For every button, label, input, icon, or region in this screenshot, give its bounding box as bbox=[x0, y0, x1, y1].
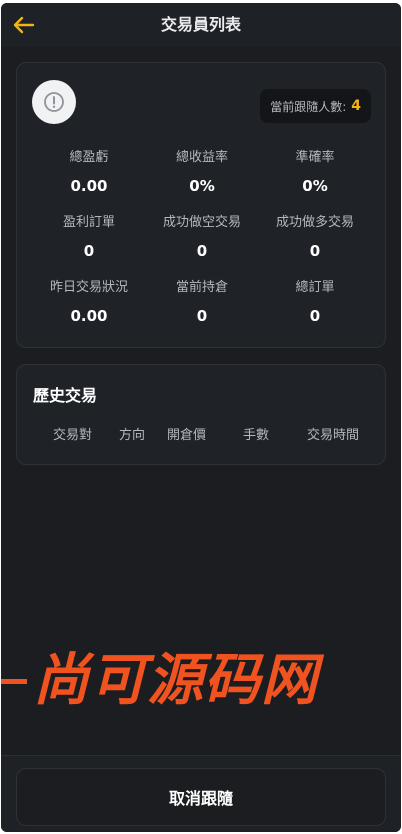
follower-count-value: 4 bbox=[351, 98, 361, 114]
stat-value: 0.00 bbox=[70, 307, 108, 325]
stat-value: 0 bbox=[309, 242, 321, 260]
stat-successful-short-trades: 成功做空交易 0 bbox=[141, 215, 263, 260]
stat-total-return-rate: 總收益率 0% bbox=[141, 150, 263, 195]
stat-current-positions: 當前持倉 0 bbox=[141, 280, 263, 325]
column-header-direction: 方向 bbox=[119, 428, 146, 443]
stat-value: 0 bbox=[83, 242, 95, 260]
top-bar: 交易員列表 bbox=[1, 3, 401, 47]
column-header-lots: 手數 bbox=[243, 428, 270, 443]
stat-total-pnl: 總盈虧 0.00 bbox=[28, 150, 150, 195]
stat-profitable-orders: 盈利訂單 0 bbox=[28, 215, 150, 260]
stat-label: 總收益率 bbox=[175, 150, 228, 165]
stat-label: 準確率 bbox=[295, 150, 335, 165]
stat-yesterday-trading: 昨日交易狀況 0.00 bbox=[28, 280, 150, 325]
stat-value: 0.00 bbox=[70, 177, 108, 195]
stat-value: 0 bbox=[196, 242, 208, 260]
app-frame: 交易員列表 當前跟隨人數: 4 總盈虧 0.00 總收益率 0% 準確率 0% … bbox=[1, 3, 401, 832]
follower-count-label: 當前跟隨人數: bbox=[270, 99, 347, 114]
stat-label: 成功做空交易 bbox=[162, 215, 241, 230]
alert-circle-icon bbox=[32, 80, 76, 124]
stat-value: 0 bbox=[309, 307, 321, 325]
stat-label: 成功做多交易 bbox=[275, 215, 354, 230]
stat-successful-long-trades: 成功做多交易 0 bbox=[254, 215, 376, 260]
column-header-open-price: 開倉價 bbox=[167, 428, 207, 443]
watermark-text: 尚可源码网 bbox=[33, 648, 318, 713]
follower-count-badge: 當前跟隨人數: 4 bbox=[260, 89, 371, 123]
watermark-dash bbox=[1, 678, 27, 684]
stat-value: 0 bbox=[196, 307, 208, 325]
stat-label: 當前持倉 bbox=[175, 280, 228, 295]
stat-label: 總訂單 bbox=[295, 280, 335, 295]
trader-summary-card: 當前跟隨人數: 4 總盈虧 0.00 總收益率 0% 準確率 0% 盈利訂單 0… bbox=[16, 62, 386, 348]
stat-total-orders: 總訂單 0 bbox=[254, 280, 376, 325]
trade-history-card: 歷史交易 交易對 方向 開倉價 手數 交易時間 bbox=[16, 364, 386, 465]
history-title: 歷史交易 bbox=[33, 386, 98, 405]
column-header-trade-time: 交易時間 bbox=[307, 428, 360, 443]
stat-label: 昨日交易狀況 bbox=[49, 280, 128, 295]
page-title: 交易員列表 bbox=[160, 15, 241, 34]
stat-value: 0% bbox=[189, 177, 215, 195]
watermark: 尚可源码网 bbox=[1, 643, 401, 719]
bottom-bar: 取消跟隨 bbox=[1, 755, 401, 832]
cancel-follow-button[interactable]: 取消跟隨 bbox=[16, 768, 386, 826]
stat-label: 總盈虧 bbox=[69, 150, 109, 165]
column-header-pair: 交易對 bbox=[53, 428, 93, 443]
stat-accuracy: 準確率 0% bbox=[254, 150, 376, 195]
stat-value: 0% bbox=[302, 177, 328, 195]
stat-label: 盈利訂單 bbox=[62, 215, 115, 230]
